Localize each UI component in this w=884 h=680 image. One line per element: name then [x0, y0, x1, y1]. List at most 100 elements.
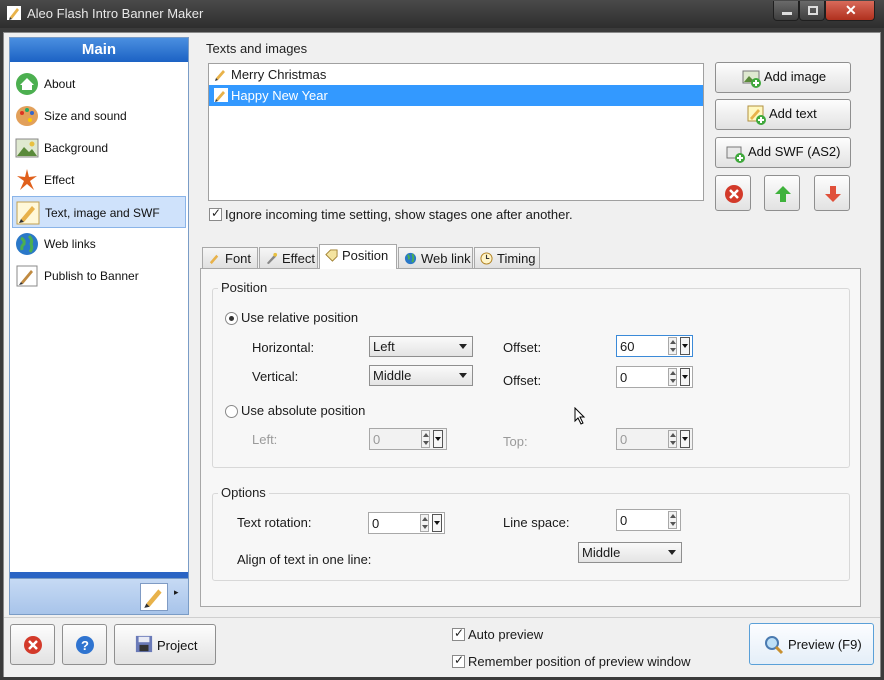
sidebar-item-label: Background — [44, 141, 109, 155]
add-text-button[interactable]: Add text — [715, 99, 851, 130]
remember-position-checkbox[interactable] — [452, 653, 465, 668]
add-text-label: Add text — [769, 106, 817, 121]
line-space-stepper[interactable]: 0 — [616, 509, 681, 531]
maximize-icon — [808, 6, 818, 15]
move-up-button[interactable] — [764, 175, 800, 211]
maximize-button[interactable] — [799, 1, 825, 21]
sidebar-item-web-links[interactable]: Web links — [12, 228, 186, 260]
arrow-up-icon — [775, 186, 791, 202]
preview-label: Preview (F9) — [788, 637, 862, 652]
chevron-down-icon[interactable] — [680, 430, 690, 448]
relative-position-label: Use relative position — [241, 310, 359, 325]
preview-button[interactable]: Preview (F9) — [749, 623, 874, 665]
project-button[interactable]: Project — [114, 624, 216, 665]
sidebar-item-label: Size and sound — [44, 109, 127, 123]
sidebar-item-label: Effect — [44, 173, 75, 187]
left-label: Left: — [252, 432, 278, 447]
chevron-down-icon[interactable] — [680, 368, 690, 386]
title-bar[interactable]: Aleo Flash Intro Banner Maker ✕ — [0, 0, 884, 28]
chevron-down-icon — [459, 373, 467, 378]
chevron-down-icon[interactable] — [680, 337, 690, 355]
close-app-button[interactable] — [10, 624, 55, 665]
auto-preview-checkbox[interactable] — [452, 626, 465, 641]
sidebar-item-size-and-sound[interactable]: Size and sound — [12, 100, 186, 132]
add-image-button[interactable]: Add image — [715, 62, 851, 93]
home-icon — [16, 73, 38, 95]
sidebar-header: Main — [10, 38, 188, 62]
main-client: Main About Size and sound Background Eff… — [3, 32, 881, 677]
pencil-icon[interactable] — [140, 583, 168, 611]
rotation-stepper[interactable]: 0 — [368, 512, 445, 534]
line-space-label: Line space: — [503, 515, 570, 530]
add-swf-icon — [726, 146, 745, 163]
chevron-down-icon[interactable] — [432, 514, 442, 532]
stepper-arrows-icon[interactable] — [668, 430, 677, 448]
sidebar-item-text-image-swf[interactable]: Text, image and SWF — [12, 196, 186, 228]
sidebar-item-background[interactable]: Background — [12, 132, 186, 164]
absolute-position-radio[interactable] — [225, 405, 238, 418]
align-value: Middle — [582, 545, 621, 560]
globe-icon — [16, 233, 38, 255]
sidebar-item-about[interactable]: About — [12, 68, 186, 100]
absolute-position-label: Use absolute position — [241, 403, 366, 418]
save-disk-icon — [135, 635, 153, 653]
options-group — [212, 493, 850, 581]
stepper-arrows-icon[interactable] — [668, 511, 677, 529]
window-title: Aleo Flash Intro Banner Maker — [27, 6, 204, 21]
position-tab-panel: Position Use relative position Horizonta… — [200, 268, 861, 607]
ignore-time-label: Ignore incoming time setting, show stage… — [225, 207, 573, 222]
sidebar-item-effect[interactable]: Effect — [12, 164, 186, 196]
list-item-label: Merry Christmas — [231, 67, 327, 82]
sidebar-item-publish[interactable]: Publish to Banner — [12, 260, 186, 292]
relative-position-radio[interactable] — [225, 312, 238, 325]
add-swf-button[interactable]: Add SWF (AS2) — [715, 137, 851, 168]
minimize-button[interactable] — [773, 1, 799, 21]
chevron-down-icon — [668, 550, 676, 555]
list-item[interactable]: Happy New Year — [209, 85, 703, 106]
offset-v-stepper[interactable]: 0 — [616, 366, 693, 388]
delete-button[interactable] — [715, 175, 751, 211]
align-select[interactable]: Middle — [578, 542, 682, 563]
stepper-arrows-icon[interactable] — [668, 368, 677, 386]
top-stepper[interactable]: 0 — [616, 428, 693, 450]
texts-list[interactable]: Merry Christmas Happy New Year — [208, 63, 704, 201]
remember-position-label: Remember position of preview window — [468, 654, 691, 669]
tab-effect[interactable]: Effect — [259, 247, 318, 268]
chevron-down-icon[interactable] — [433, 430, 443, 448]
sidebar: Main About Size and sound Background Eff… — [9, 37, 189, 615]
chevron-down-icon[interactable]: ▸ — [174, 587, 179, 598]
bottom-bar: ? Project Auto preview Remember position… — [4, 617, 880, 677]
delete-icon — [725, 185, 743, 203]
tab-label: Position — [342, 248, 389, 263]
left-stepper[interactable]: 0 — [369, 428, 447, 450]
app-window: Aleo Flash Intro Banner Maker ✕ Main Abo… — [0, 0, 884, 680]
arrow-down-icon — [825, 186, 841, 202]
close-icon: ✕ — [845, 2, 857, 18]
tab-font[interactable]: Font — [202, 247, 258, 268]
magnifier-icon — [765, 636, 784, 655]
offset-h-stepper[interactable]: 60 — [616, 335, 693, 357]
sidebar-item-label: Text, image and SWF — [45, 206, 160, 220]
offset-h-value: 60 — [620, 339, 635, 354]
effect-icon — [266, 252, 278, 265]
move-down-button[interactable] — [814, 175, 850, 211]
help-button[interactable]: ? — [62, 624, 107, 665]
stepper-arrows-icon[interactable] — [420, 514, 429, 532]
list-item[interactable]: Merry Christmas — [209, 64, 703, 85]
tab-timing[interactable]: Timing — [474, 247, 540, 268]
minimize-icon — [782, 12, 792, 15]
horizontal-select[interactable]: Left — [369, 336, 473, 357]
help-icon: ? — [76, 636, 94, 654]
ignore-time-checkbox[interactable] — [209, 206, 222, 221]
project-label: Project — [157, 638, 198, 653]
stepper-arrows-icon[interactable] — [668, 337, 677, 355]
stepper-arrows-icon[interactable] — [421, 430, 430, 448]
close-button[interactable]: ✕ — [825, 1, 875, 21]
align-label: Align of text in one line: — [237, 552, 372, 567]
vertical-select[interactable]: Middle — [369, 365, 473, 386]
tab-web-link[interactable]: Web link — [398, 247, 473, 268]
offset-v-value: 0 — [620, 370, 628, 385]
tab-position[interactable]: Position — [319, 244, 397, 269]
sidebar-item-label: About — [44, 77, 76, 91]
add-swf-label: Add SWF (AS2) — [748, 144, 841, 159]
